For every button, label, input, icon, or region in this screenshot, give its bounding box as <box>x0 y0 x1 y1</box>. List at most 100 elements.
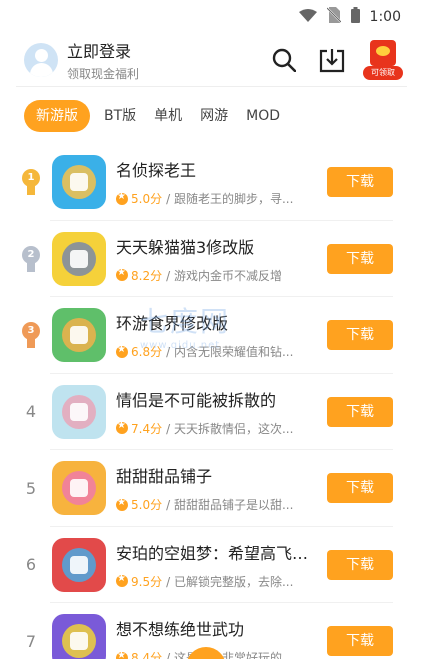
game-score: 5.0分 <box>131 192 163 207</box>
status-time: 1:00 <box>369 9 401 25</box>
star-icon <box>116 191 128 205</box>
game-score: 9.5分 <box>131 574 163 589</box>
game-meta: 9.5分/ 已解锁完整版，去除... <box>116 573 309 590</box>
game-icon[interactable] <box>52 537 106 592</box>
game-name[interactable]: 天天躲猫猫3修改版 <box>116 234 309 258</box>
download-button[interactable]: 下载 <box>327 243 393 274</box>
game-meta: 7.4分/ 天天拆散情侣，这次... <box>116 420 309 437</box>
tab-single[interactable]: 单机 <box>150 100 186 132</box>
rank-number: 2 <box>22 245 40 264</box>
star-icon <box>116 497 128 511</box>
list-item[interactable]: 6 安珀的空姐梦：希望高飞 ... 9.5分/ 已解锁完整版，去除... 下载 <box>0 527 423 604</box>
game-name[interactable]: 情侣是不可能被拆散的 <box>116 387 309 411</box>
tab-bt[interactable]: BT版 <box>100 100 140 132</box>
star-icon <box>116 344 128 358</box>
download-button[interactable]: 下载 <box>327 396 393 427</box>
rank-number: 7 <box>25 631 37 651</box>
list-item[interactable]: 5 甜甜甜品铺子 5.0分/ 甜甜甜品铺子是以甜... 下载 <box>0 450 423 527</box>
rank-number: 5 <box>25 478 37 498</box>
game-list: 1名侦探老王5.0分/ 跟随老王的脚步，寻...下载2天天躲猫猫3修改版8.2分… <box>0 144 423 659</box>
game-score: 6.8分 <box>131 345 163 360</box>
medal-icon: 1 <box>21 169 41 196</box>
game-score: 8.2分 <box>131 268 163 283</box>
game-info: 名侦探老王 5.0分/ 跟随老王的脚步，寻... <box>116 157 309 207</box>
game-info: 环游食界修改版 6.8分/ 内含无限荣耀值和钻... <box>116 310 309 360</box>
game-score: 8.4分 <box>131 651 163 659</box>
game-desc: / 内含无限荣耀值和钻... <box>166 345 294 360</box>
download-manager-button[interactable] <box>315 43 349 77</box>
star-icon <box>116 420 128 435</box>
search-button[interactable] <box>267 43 301 77</box>
list-item[interactable]: 2 天天躲猫猫3修改版 8.2分/ 游戏内金币不减反增 下载 <box>0 221 423 298</box>
game-info: 天天躲猫猫3修改版 8.2分/ 游戏内金币不减反增 <box>116 234 309 284</box>
rank: 4 <box>0 402 50 421</box>
list-item[interactable]: 1 名侦探老王 5.0分/ 跟随老王的脚步，寻... 下载 <box>0 144 423 221</box>
rank: 3 <box>0 322 50 349</box>
game-name[interactable]: 想不想练绝世武功 <box>116 616 309 640</box>
list-item[interactable]: 3 环游食界修改版 6.8分/ 内含无限荣耀值和钻... 下载 <box>0 297 423 374</box>
game-score: 7.4分 <box>131 421 163 436</box>
game-icon[interactable] <box>52 614 106 659</box>
star-icon <box>116 267 128 282</box>
game-name[interactable]: 甜甜甜品铺子 <box>116 463 309 487</box>
game-desc: / 甜甜甜品铺子是以甜... <box>166 498 294 513</box>
category-tabs: 新游版 BT版 单机 网游 MOD <box>0 87 423 145</box>
star-icon <box>116 573 128 588</box>
game-desc: / 游戏内金币不减反增 <box>166 268 282 283</box>
avatar[interactable] <box>24 43 58 77</box>
game-name[interactable]: 安珀的空姐梦：希望高飞 ... <box>116 540 309 564</box>
tab-online[interactable]: 网游 <box>196 100 232 132</box>
rank-number: 1 <box>22 169 40 188</box>
game-info: 情侣是不可能被拆散的 7.4分/ 天天拆散情侣，这次... <box>116 387 309 437</box>
game-icon[interactable] <box>52 461 106 516</box>
rank: 7 <box>0 632 50 651</box>
game-name[interactable]: 环游食界修改版 <box>116 310 309 334</box>
wifi-icon <box>298 8 317 27</box>
rank: 6 <box>0 555 50 574</box>
login-title[interactable]: 立即登录 <box>67 38 253 62</box>
game-score: 5.0分 <box>131 498 163 513</box>
game-info: 安珀的空姐梦：希望高飞 ... 9.5分/ 已解锁完整版，去除... <box>116 540 309 590</box>
app-header: 立即登录 领取现金福利 可领取 <box>0 34 423 86</box>
game-name[interactable]: 名侦探老王 <box>116 157 309 181</box>
rank-number: 6 <box>25 555 37 575</box>
tab-mod[interactable]: MOD <box>242 100 284 132</box>
gift-tag: 可领取 <box>363 66 403 80</box>
tab-new-games[interactable]: 新游版 <box>24 100 90 132</box>
list-item[interactable]: 4 情侣是不可能被拆散的 7.4分/ 天天拆散情侣，这次... 下载 <box>0 374 423 451</box>
game-icon[interactable] <box>52 308 106 363</box>
download-button[interactable]: 下载 <box>327 473 393 504</box>
game-meta: 6.8分/ 内含无限荣耀值和钻... <box>116 343 309 360</box>
star-icon <box>116 650 128 659</box>
rank-number: 3 <box>22 322 40 341</box>
game-meta: 5.0分/ 跟随老王的脚步，寻... <box>116 190 309 207</box>
download-button[interactable]: 下载 <box>327 167 393 198</box>
game-icon[interactable] <box>52 384 106 439</box>
game-meta: 5.0分/ 甜甜甜品铺子是以甜... <box>116 496 309 513</box>
no-sim-icon <box>325 7 342 27</box>
game-desc: / 跟随老王的脚步，寻... <box>166 192 294 207</box>
rank-number: 4 <box>25 402 37 422</box>
game-icon[interactable] <box>52 231 106 286</box>
login-block[interactable]: 立即登录 领取现金福利 <box>67 38 253 82</box>
rank: 1 <box>0 169 50 196</box>
game-info: 甜甜甜品铺子 5.0分/ 甜甜甜品铺子是以甜... <box>116 463 309 513</box>
download-icon <box>319 49 345 73</box>
login-subtitle: 领取现金福利 <box>67 67 140 81</box>
game-meta: 8.2分/ 游戏内金币不减反增 <box>116 267 309 284</box>
medal-icon: 2 <box>21 245 41 272</box>
game-desc: / 这是一款非常好玩的... <box>166 651 294 659</box>
download-button[interactable]: 下载 <box>327 549 393 580</box>
gift-button[interactable]: 可领取 <box>363 40 403 80</box>
search-icon <box>272 48 296 72</box>
rank: 2 <box>0 245 50 272</box>
game-desc: / 已解锁完整版，去除... <box>166 574 294 589</box>
rank: 5 <box>0 479 50 498</box>
download-button[interactable]: 下载 <box>327 320 393 351</box>
game-desc: / 天天拆散情侣，这次... <box>166 421 294 436</box>
download-button[interactable]: 下载 <box>327 626 393 657</box>
game-icon[interactable] <box>52 155 106 210</box>
battery-icon <box>350 7 360 27</box>
status-bar: 1:00 <box>0 0 423 34</box>
medal-icon: 3 <box>21 322 41 349</box>
